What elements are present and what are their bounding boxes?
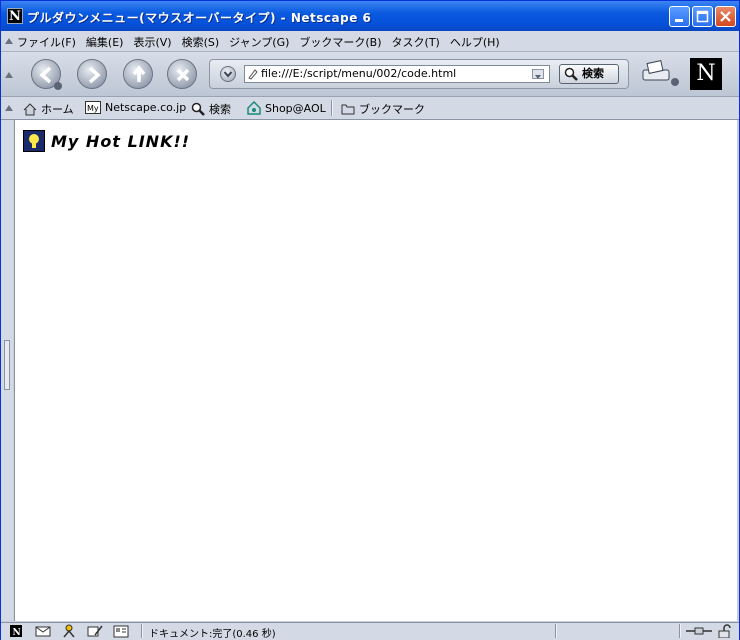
lightbulb-icon [23,130,45,152]
lightbulb-icon-shape [29,134,39,148]
close-icon [720,11,731,22]
status-separator [679,624,681,638]
netscape-throbber-icon[interactable]: N [690,58,722,90]
search-icon [564,67,578,81]
personal-toolbar-grip-icon[interactable] [5,105,13,111]
sidebar-toggle-handle[interactable] [4,340,10,390]
status-bar: N ドキュメント:完了(0.46 秒) [1,622,739,640]
chevron-down-icon [535,75,541,79]
page-icon [248,69,258,80]
chevron-down-icon [223,71,233,78]
menu-view[interactable]: 表示(V) [133,34,171,50]
menu-go[interactable]: ジャンプ(G) [229,34,289,50]
page-content: My Hot LINK!! [14,120,737,621]
menu-bookmarks[interactable]: ブックマーク(B) [299,34,381,50]
menu-bar: ファイル(F) 編集(E) 表示(V) 検索(S) ジャンプ(G) ブックマーク… [1,31,739,52]
nav-toolbar-grip-icon[interactable] [5,72,13,78]
menu-tasks[interactable]: タスク(T) [392,34,440,50]
bookmarks-folder[interactable]: ブックマーク [341,101,425,117]
back-arrow-icon [39,66,62,90]
address-book-icon[interactable] [113,624,129,638]
maximize-button[interactable] [692,6,713,27]
navigation-toolbar: file:///E:/script/menu/002/code.html 検索 … [1,52,739,97]
stop-button[interactable] [167,59,197,89]
bookmark-home[interactable]: ホーム [23,101,74,117]
reload-button[interactable] [123,59,153,89]
status-text: ドキュメント:完了(0.46 秒) [149,629,276,640]
go-dropdown-button[interactable] [220,66,236,82]
search-button[interactable]: 検索 [559,64,619,84]
menu-file[interactable]: ファイル(F) [17,34,76,50]
mail-icon[interactable] [35,624,51,638]
forward-button[interactable] [77,59,107,89]
url-input[interactable]: file:///E:/script/menu/002/code.html [244,65,550,83]
online-connection-icon[interactable] [685,624,713,638]
close-button[interactable] [715,6,736,27]
page-heading-text: My Hot LINK!! [51,131,191,151]
stop-icon [176,68,190,82]
menu-search[interactable]: 検索(S) [182,34,220,50]
forward-arrow-icon [88,66,101,84]
menu-bar-grip-icon[interactable] [5,38,13,44]
netscape-icon[interactable]: N [9,624,25,638]
personal-toolbar: ホーム My Netscape.co.jp 検索 Shop@AOL ブックマーク [1,97,739,120]
bookmark-shop-aol[interactable]: Shop@AOL [247,101,326,115]
maximize-icon [696,10,709,23]
security-lock-icon[interactable] [717,624,733,638]
toolbar-separator [331,100,333,116]
svg-text:My: My [87,104,99,113]
status-separator [141,624,143,638]
bookmark-netscape-co-jp[interactable]: My Netscape.co.jp [85,101,186,114]
menu-help[interactable]: ヘルプ(H) [450,34,500,50]
menu-edit[interactable]: 編集(E) [86,34,124,50]
minimize-button[interactable] [669,6,690,27]
reload-icon [132,65,146,82]
print-icon[interactable] [641,60,681,88]
page-heading: My Hot LINK!! [23,130,190,152]
title-bar[interactable]: N プルダウンメニュー(マウスオーバータイプ) - Netscape 6 [1,1,739,31]
url-history-dropdown[interactable] [532,69,544,79]
folder-icon [341,104,355,115]
search-icon [191,102,205,116]
status-separator [555,624,557,638]
svg-text:N: N [13,628,21,638]
url-text: file:///E:/script/menu/002/code.html [261,67,457,80]
url-bar: file:///E:/script/menu/002/code.html 検索 [209,59,629,89]
bookmark-search[interactable]: 検索 [191,101,231,117]
netscape-app-icon[interactable]: N [7,8,23,24]
instant-messenger-icon[interactable] [61,624,77,638]
shop-icon [247,101,261,115]
my-netscape-icon: My [85,101,101,114]
search-button-label: 検索 [582,67,604,80]
composer-icon[interactable] [87,624,103,638]
window-title: プルダウンメニュー(マウスオーバータイプ) - Netscape 6 [27,11,372,25]
sidebar-tab [1,120,13,621]
home-icon [23,102,37,115]
back-button[interactable] [31,59,62,90]
browser-window: N プルダウンメニュー(マウスオーバータイプ) - Netscape 6 ファイ… [0,0,740,640]
minimize-icon [675,19,683,22]
